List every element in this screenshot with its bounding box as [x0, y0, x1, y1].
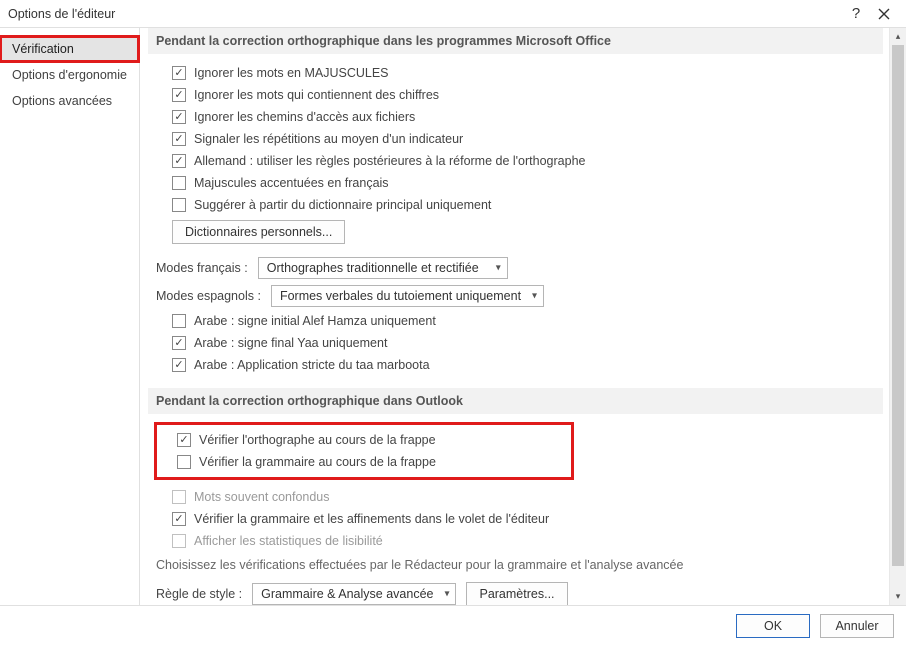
option-label: Signaler les répétitions au moyen d'un i…: [194, 132, 463, 146]
style-rule-label: Règle de style :: [156, 587, 242, 601]
editor-info-text: Choisissez les vérifications effectuées …: [148, 552, 883, 578]
checkbox: [172, 490, 186, 504]
section-header-office: Pendant la correction orthographique dan…: [148, 28, 883, 54]
opt-ignore-numbers[interactable]: Ignorer les mots qui contiennent des chi…: [148, 84, 883, 106]
french-modes-label: Modes français :: [156, 261, 248, 275]
french-modes-select[interactable]: Orthographes traditionnelle et rectifiée: [258, 257, 508, 279]
ok-button[interactable]: OK: [736, 614, 810, 638]
sidebar-item-verification[interactable]: Vérification: [0, 36, 139, 62]
checkbox[interactable]: [172, 110, 186, 124]
option-label: Arabe : signe final Yaa uniquement: [194, 336, 387, 350]
sidebar: Vérification Options d'ergonomie Options…: [0, 28, 140, 605]
sidebar-item-ergonomie[interactable]: Options d'ergonomie: [0, 62, 139, 88]
checkbox[interactable]: [177, 433, 191, 447]
window-title: Options de l'éditeur: [8, 7, 842, 21]
opt-arabic-yaa[interactable]: Arabe : signe final Yaa uniquement: [148, 332, 883, 354]
scroll-thumb[interactable]: [892, 45, 904, 566]
opt-french-accents[interactable]: Majuscules accentuées en français: [148, 172, 883, 194]
option-label: Vérifier l'orthographe au cours de la fr…: [199, 433, 436, 447]
checkbox[interactable]: [172, 66, 186, 80]
option-label: Ignorer les mots en MAJUSCULES: [194, 66, 389, 80]
checkbox[interactable]: [172, 176, 186, 190]
custom-dictionaries-button[interactable]: Dictionnaires personnels...: [172, 220, 345, 244]
sidebar-item-avancees[interactable]: Options avancées: [0, 88, 139, 114]
checkbox[interactable]: [177, 455, 191, 469]
checkbox: [172, 534, 186, 548]
scroll-up-button[interactable]: ▴: [890, 28, 906, 45]
scroll-track[interactable]: [890, 45, 906, 588]
sidebar-item-label: Vérification: [12, 42, 74, 56]
checkbox[interactable]: [172, 132, 186, 146]
vertical-scrollbar[interactable]: ▴ ▾: [889, 28, 906, 605]
opt-arabic-taa[interactable]: Arabe : Application stricte du taa marbo…: [148, 354, 883, 376]
section-header-outlook: Pendant la correction orthographique dan…: [148, 388, 883, 414]
close-icon: [878, 8, 890, 20]
style-rule-select[interactable]: Grammaire & Analyse avancée: [252, 583, 456, 605]
parameters-button[interactable]: Paramètres...: [466, 582, 567, 605]
opt-ignore-filepaths[interactable]: Ignorer les chemins d'accès aux fichiers: [148, 106, 883, 128]
help-button[interactable]: ?: [842, 0, 870, 28]
checkbox[interactable]: [172, 154, 186, 168]
option-label: Arabe : Application stricte du taa marbo…: [194, 358, 430, 372]
opt-flag-repeats[interactable]: Signaler les répétitions au moyen d'un i…: [148, 128, 883, 150]
option-label: Ignorer les mots qui contiennent des chi…: [194, 88, 439, 102]
option-label: Ignorer les chemins d'accès aux fichiers: [194, 110, 415, 124]
checkbox[interactable]: [172, 88, 186, 102]
opt-german-reform[interactable]: Allemand : utiliser les règles postérieu…: [148, 150, 883, 172]
sidebar-item-label: Options d'ergonomie: [12, 68, 127, 82]
opt-readability-stats: Afficher les statistiques de lisibilité: [148, 530, 883, 552]
option-label: Vérifier la grammaire au cours de la fra…: [199, 455, 436, 469]
close-button[interactable]: [870, 0, 898, 28]
checkbox[interactable]: [172, 358, 186, 372]
sidebar-item-label: Options avancées: [12, 94, 112, 108]
option-label: Afficher les statistiques de lisibilité: [194, 534, 383, 548]
checkbox[interactable]: [172, 198, 186, 212]
opt-grammar-editor-pane[interactable]: Vérifier la grammaire et les affinements…: [148, 508, 883, 530]
scroll-down-button[interactable]: ▾: [890, 588, 906, 605]
spanish-modes-select[interactable]: Formes verbales du tutoiement uniquement: [271, 285, 544, 307]
option-label: Vérifier la grammaire et les affinements…: [194, 512, 549, 526]
spanish-modes-label: Modes espagnols :: [156, 289, 261, 303]
opt-check-grammar-typing[interactable]: Vérifier la grammaire au cours de la fra…: [163, 451, 565, 473]
option-label: Mots souvent confondus: [194, 490, 330, 504]
checkbox[interactable]: [172, 314, 186, 328]
opt-check-spelling[interactable]: Vérifier l'orthographe au cours de la fr…: [163, 429, 565, 451]
opt-main-dict-only[interactable]: Suggérer à partir du dictionnaire princi…: [148, 194, 883, 216]
cancel-button[interactable]: Annuler: [820, 614, 894, 638]
opt-arabic-alef[interactable]: Arabe : signe initial Alef Hamza uniquem…: [148, 310, 883, 332]
option-label: Allemand : utiliser les règles postérieu…: [194, 154, 585, 168]
highlight-outlook-options: Vérifier l'orthographe au cours de la fr…: [154, 422, 574, 480]
option-label: Arabe : signe initial Alef Hamza uniquem…: [194, 314, 436, 328]
opt-confused-words: Mots souvent confondus: [148, 486, 883, 508]
opt-ignore-uppercase[interactable]: Ignorer les mots en MAJUSCULES: [148, 62, 883, 84]
option-label: Suggérer à partir du dictionnaire princi…: [194, 198, 491, 212]
options-panel: Pendant la correction orthographique dan…: [140, 28, 883, 605]
option-label: Majuscules accentuées en français: [194, 176, 389, 190]
checkbox[interactable]: [172, 512, 186, 526]
checkbox[interactable]: [172, 336, 186, 350]
